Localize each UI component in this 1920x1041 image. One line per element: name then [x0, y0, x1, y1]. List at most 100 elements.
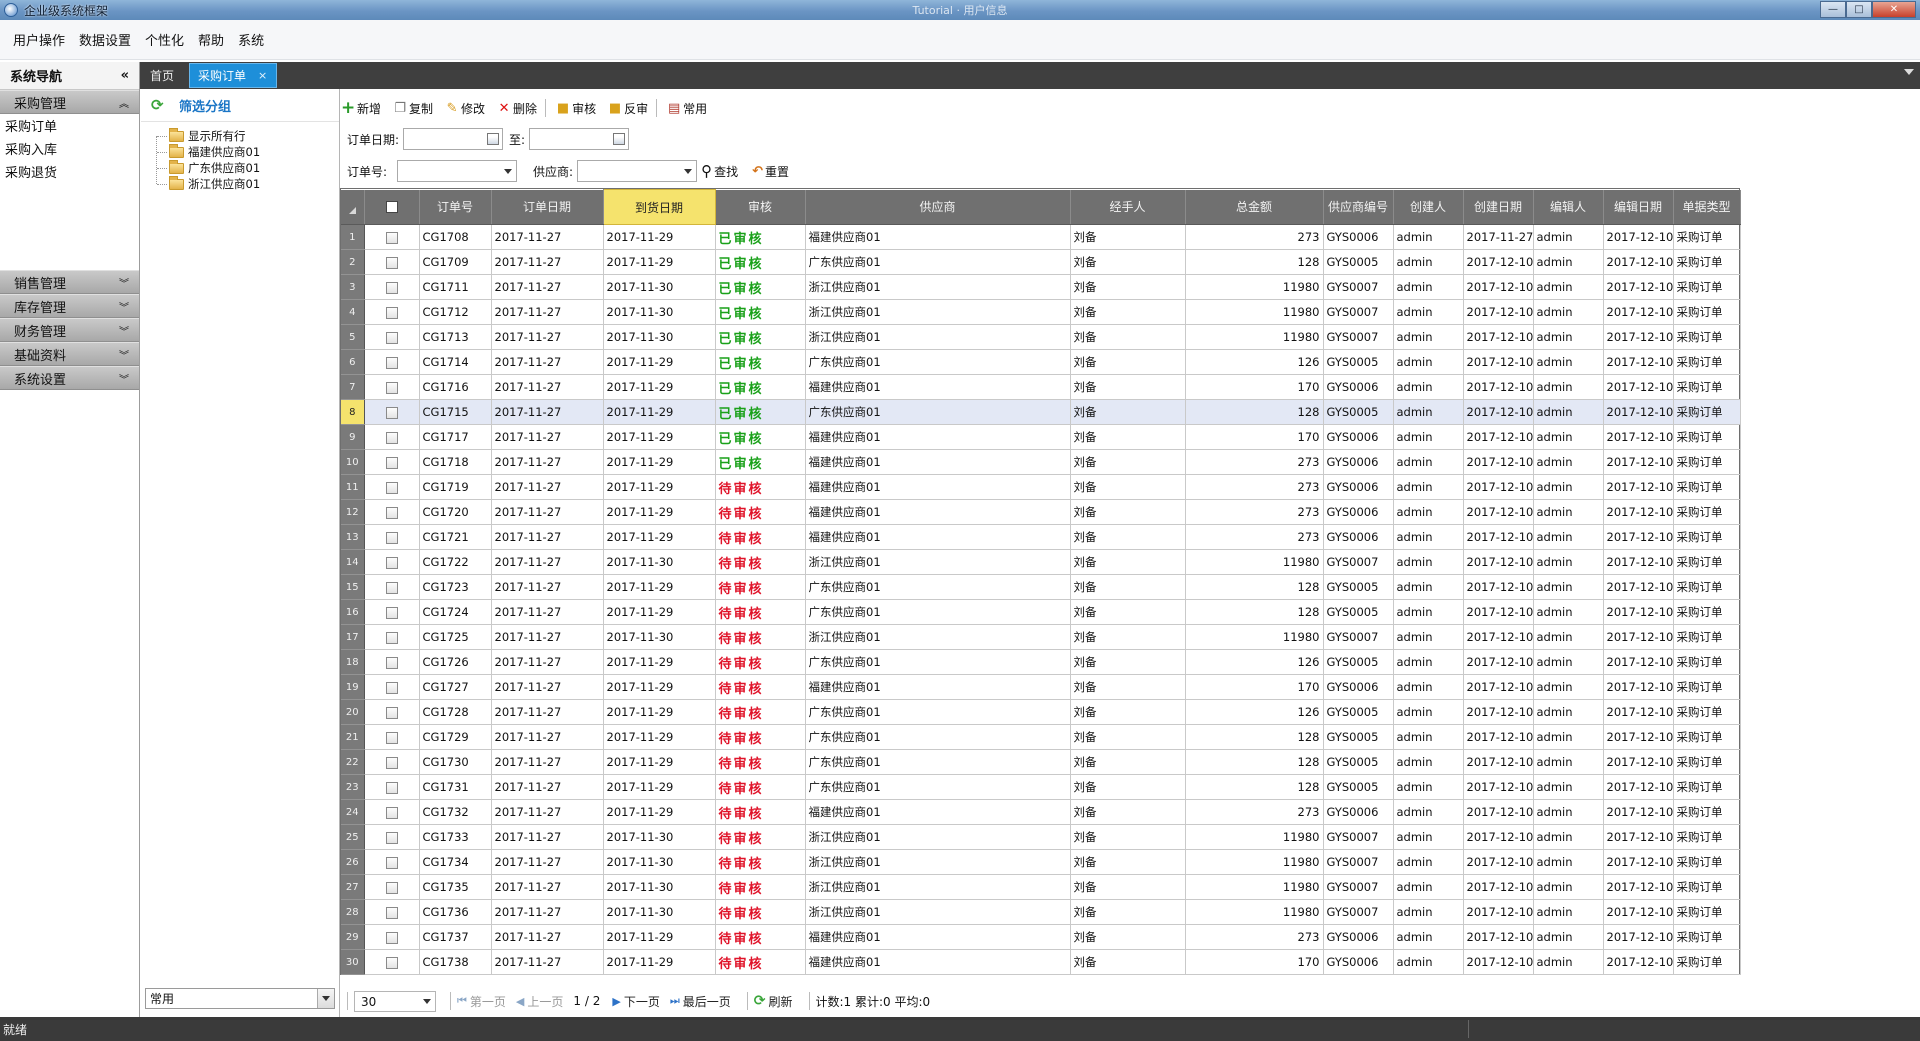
row-checkbox-cell[interactable] — [364, 924, 420, 950]
tree-node-all[interactable]: 显示所有行 — [153, 127, 339, 144]
row-checkbox-cell[interactable] — [364, 774, 420, 800]
row-checkbox-cell[interactable] — [364, 524, 420, 550]
table-row[interactable]: 8 CG1715 2017-11-27 2017-11-29 已审核 广东供应商01 刘备 1… — [341, 399, 1741, 425]
column-header[interactable]: 单据类型 — [1673, 189, 1741, 225]
row-checkbox[interactable] — [385, 281, 398, 294]
row-checkbox[interactable] — [385, 881, 398, 894]
row-checkbox-cell[interactable] — [364, 574, 420, 600]
table-row[interactable]: 17 CG1725 2017-11-27 2017-11-30 待审核 浙江供应商01 刘备… — [341, 624, 1741, 650]
calendar-icon[interactable] — [613, 133, 626, 145]
row-checkbox[interactable] — [385, 706, 398, 719]
row-checkbox-cell[interactable] — [364, 799, 420, 825]
order-date-from-input[interactable] — [403, 128, 504, 150]
nav-section-system-settings[interactable]: 系统设置 ︾ — [0, 366, 139, 390]
table-row[interactable]: 27 CG1735 2017-11-27 2017-11-30 待审核 浙江供应商01 刘备… — [341, 874, 1741, 900]
refresh-button[interactable]: ⟳ 刷新 — [754, 993, 793, 1010]
row-checkbox[interactable] — [385, 806, 398, 819]
nav-item-purchase-order[interactable]: 采购订单 — [0, 116, 139, 139]
table-row[interactable]: 1 CG1708 2017-11-27 2017-11-29 已审核 福建供应商01 刘备 2… — [341, 224, 1741, 250]
table-row[interactable]: 10 CG1718 2017-11-27 2017-11-29 已审核 福建供应商01 刘备… — [341, 449, 1741, 475]
row-checkbox-cell[interactable] — [364, 249, 420, 275]
row-checkbox-cell[interactable] — [364, 424, 420, 450]
column-header[interactable]: 审核 — [715, 189, 806, 225]
row-checkbox[interactable] — [385, 331, 398, 344]
table-row[interactable]: 4 CG1712 2017-11-27 2017-11-30 已审核 浙江供应商01 刘备 1… — [341, 299, 1741, 325]
dropdown-arrow-icon[interactable] — [317, 989, 334, 1008]
table-row[interactable]: 28 CG1736 2017-11-27 2017-11-30 待审核 浙江供应商01 刘备… — [341, 899, 1741, 925]
row-checkbox[interactable] — [385, 731, 398, 744]
row-checkbox-cell[interactable] — [364, 224, 420, 250]
select-all-checkbox[interactable] — [385, 201, 398, 214]
table-row[interactable]: 26 CG1734 2017-11-27 2017-11-30 待审核 浙江供应商01 刘备… — [341, 849, 1741, 875]
row-checkbox-cell[interactable] — [364, 699, 420, 725]
row-checkbox[interactable] — [385, 481, 398, 494]
row-checkbox[interactable] — [385, 356, 398, 369]
row-checkbox-cell[interactable] — [364, 724, 420, 750]
tree-node-zhejiang[interactable]: 浙江供应商01 — [153, 175, 339, 192]
search-button[interactable]: ⚲ 查找 — [701, 162, 738, 180]
column-header[interactable]: 订单日期 — [491, 189, 604, 225]
table-row[interactable]: 6 CG1714 2017-11-27 2017-11-29 已审核 广东供应商01 刘备 1… — [341, 349, 1741, 375]
row-checkbox[interactable] — [385, 631, 398, 644]
table-row[interactable]: 13 CG1721 2017-11-27 2017-11-29 待审核 福建供应商01 刘备… — [341, 524, 1741, 550]
column-header[interactable]: 创建日期 — [1463, 189, 1534, 225]
tree-node-guangdong[interactable]: 广东供应商01 — [153, 159, 339, 176]
table-row[interactable]: 18 CG1726 2017-11-27 2017-11-29 待审核 广东供应商01 刘备… — [341, 649, 1741, 675]
column-header[interactable]: 经手人 — [1070, 189, 1186, 225]
row-checkbox-cell[interactable] — [364, 399, 420, 425]
minimize-button[interactable]: — — [1820, 1, 1846, 18]
common-button[interactable]: ▤ 常用 — [667, 100, 707, 117]
table-row[interactable]: 16 CG1724 2017-11-27 2017-11-29 待审核 广东供应商01 刘备… — [341, 599, 1741, 625]
nav-item-purchase-return[interactable]: 采购退货 — [0, 162, 139, 185]
copy-button[interactable]: ❐ 复制 — [393, 100, 433, 117]
table-row[interactable]: 11 CG1719 2017-11-27 2017-11-29 待审核 福建供应商01 刘备… — [341, 474, 1741, 500]
row-checkbox-cell[interactable] — [364, 899, 420, 925]
row-checkbox-cell[interactable] — [364, 624, 420, 650]
table-row[interactable]: 7 CG1716 2017-11-27 2017-11-29 已审核 福建供应商01 刘备 1… — [341, 374, 1741, 400]
next-page-button[interactable]: ▶ 下一页 — [612, 993, 659, 1010]
refresh-icon[interactable]: ⟳ — [151, 97, 167, 113]
tree-node-fujian[interactable]: 福建供应商01 — [153, 143, 339, 160]
nav-item-purchase-receipt[interactable]: 采购入库 — [0, 139, 139, 162]
collapse-nav-icon[interactable]: « — [121, 68, 129, 83]
column-header-sorted[interactable]: 到货日期 — [602, 189, 716, 225]
nav-section-basic-data[interactable]: 基础资料 ︾ — [0, 342, 139, 366]
row-checkbox[interactable] — [385, 531, 398, 544]
nav-section-sales[interactable]: 销售管理 ︾ — [0, 270, 139, 294]
row-checkbox[interactable] — [385, 406, 398, 419]
menu-data-settings[interactable]: 数据设置 — [72, 30, 138, 49]
menu-help[interactable]: 帮助 — [191, 30, 231, 49]
row-checkbox-cell[interactable] — [364, 849, 420, 875]
table-row[interactable]: 9 CG1717 2017-11-27 2017-11-29 已审核 福建供应商01 刘备 1… — [341, 424, 1741, 450]
column-header[interactable]: 供应商 — [805, 189, 1071, 225]
row-checkbox[interactable] — [385, 306, 398, 319]
delete-button[interactable]: ✕ 删除 — [497, 100, 537, 117]
row-checkbox[interactable] — [385, 556, 398, 569]
table-row[interactable]: 23 CG1731 2017-11-27 2017-11-29 待审核 广东供应商01 刘备… — [341, 774, 1741, 800]
row-checkbox-cell[interactable] — [364, 349, 420, 375]
nav-section-purchase[interactable]: 采购管理 ︽ — [0, 90, 139, 114]
row-checkbox-cell[interactable] — [364, 649, 420, 675]
row-checkbox[interactable] — [385, 906, 398, 919]
table-row[interactable]: 30 CG1738 2017-11-27 2017-11-29 待审核 福建供应商01 刘备… — [341, 949, 1741, 975]
row-checkbox-cell[interactable] — [364, 274, 420, 300]
row-checkbox[interactable] — [385, 831, 398, 844]
tab-list-dropdown-icon[interactable] — [1904, 69, 1914, 75]
column-header[interactable]: 编辑人 — [1533, 189, 1604, 225]
tab-home[interactable]: 首页 — [142, 63, 186, 88]
row-checkbox-cell[interactable] — [364, 599, 420, 625]
calendar-icon[interactable] — [487, 133, 500, 145]
column-header[interactable]: 供应商编号 — [1323, 189, 1394, 225]
table-row[interactable]: 24 CG1732 2017-11-27 2017-11-29 待审核 福建供应商01 刘备… — [341, 799, 1741, 825]
unapprove-button[interactable]: ■ 反审 — [608, 100, 648, 117]
row-checkbox-cell[interactable] — [364, 874, 420, 900]
menu-user-ops[interactable]: 用户操作 — [6, 30, 72, 49]
row-checkbox[interactable] — [385, 431, 398, 444]
table-row[interactable]: 15 CG1723 2017-11-27 2017-11-29 待审核 广东供应商01 刘备… — [341, 574, 1741, 600]
row-checkbox-cell[interactable] — [364, 299, 420, 325]
select-all-header[interactable] — [364, 189, 420, 225]
row-checkbox-cell[interactable] — [364, 449, 420, 475]
supplier-select[interactable] — [577, 160, 698, 182]
first-page-button[interactable]: ⏮ 第一页 — [457, 993, 506, 1010]
row-checkbox-cell[interactable] — [364, 824, 420, 850]
